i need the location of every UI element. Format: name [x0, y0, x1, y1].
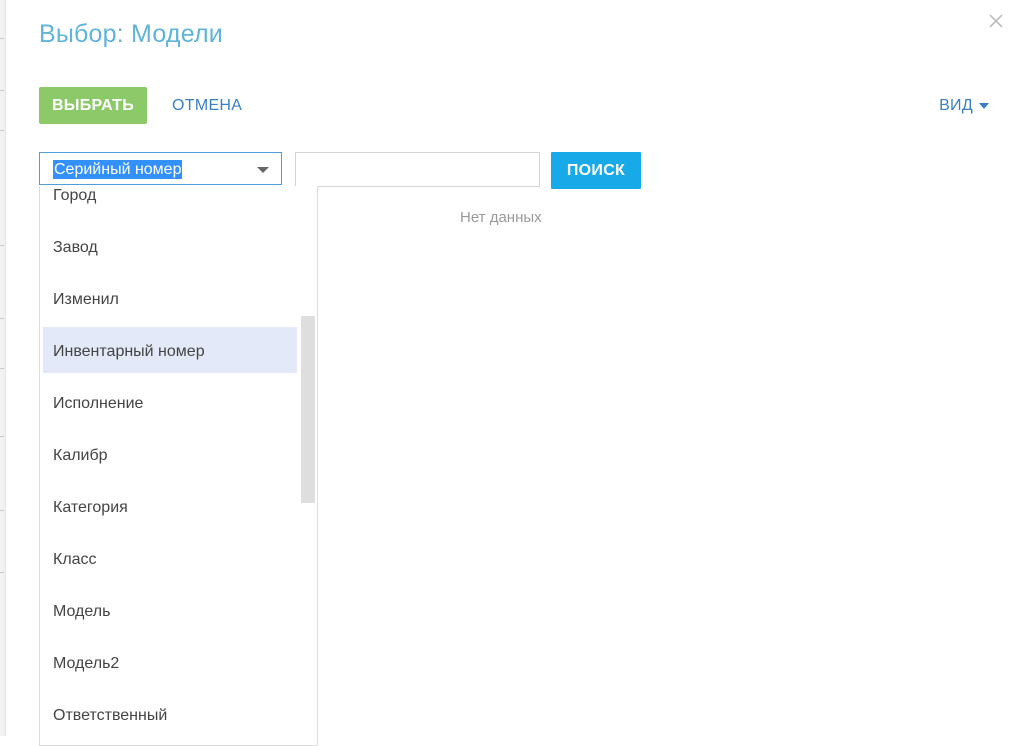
backdrop-mark — [0, 90, 4, 91]
dropdown-item-caliber[interactable]: Калибр — [40, 428, 297, 480]
dropdown-item-label: Модель2 — [53, 655, 120, 672]
column-dropdown-list: Город Завод Изменил Инвентарный номер Ис… — [39, 186, 318, 746]
close-icon[interactable] — [987, 12, 1005, 30]
dropdown-item-label: Город — [53, 187, 97, 204]
dropdown-item-label: Ответственный — [53, 707, 168, 724]
select-button[interactable]: ВЫБРАТЬ — [39, 87, 147, 124]
dropdown-scrollbar-thumb[interactable] — [301, 316, 315, 503]
dropdown-item-version[interactable]: Исполнение — [40, 373, 297, 428]
dropdown-item-label: Категория — [53, 499, 128, 516]
dropdown-item-city[interactable]: Город — [40, 186, 297, 220]
view-button-label: ВИД — [939, 96, 973, 114]
column-select-value: Серийный номер — [53, 160, 183, 179]
backdrop-mark — [0, 130, 4, 131]
backdrop-mark — [0, 245, 4, 246]
dropdown-item-label: Завод — [53, 239, 98, 256]
dropdown-arrow-icon — [257, 167, 269, 173]
backdrop-mark — [0, 318, 4, 319]
empty-state-text: Нет данных — [460, 209, 542, 226]
view-button[interactable]: ВИД — [939, 87, 989, 124]
backdrop-mark — [0, 38, 4, 39]
dialog-title: Выбор: Модели — [39, 20, 223, 48]
dropdown-item-label: Модель — [53, 603, 111, 620]
dropdown-item-label: Изменил — [53, 291, 119, 308]
dropdown-item-plant[interactable]: Завод — [40, 220, 297, 272]
search-input[interactable] — [295, 152, 540, 187]
dropdown-item-label: Класс — [53, 551, 97, 568]
dropdown-item-inventory-number[interactable]: Инвентарный номер — [43, 327, 297, 373]
lookup-dialog: Выбор: Модели ВЫБРАТЬ ОТМЕНА ВИД Серийны… — [6, 0, 1027, 746]
dropdown-item-class[interactable]: Класс — [40, 532, 297, 584]
search-button[interactable]: ПОИСК — [551, 152, 641, 189]
backdrop-mark — [0, 572, 4, 573]
dropdown-item-model[interactable]: Модель — [40, 584, 297, 636]
dropdown-item-model2[interactable]: Модель2 — [40, 636, 297, 688]
backdrop-mark — [0, 436, 4, 437]
cancel-button[interactable]: ОТМЕНА — [166, 87, 248, 124]
dropdown-item-responsible[interactable]: Ответственный — [40, 688, 297, 740]
dropdown-item-label: Калибр — [53, 447, 108, 464]
dropdown-item-modified-by[interactable]: Изменил — [40, 272, 297, 324]
dropdown-item-label: Инвентарный номер — [53, 343, 205, 360]
column-select[interactable]: Серийный номер — [39, 152, 282, 185]
dropdown-item-label: Исполнение — [53, 395, 144, 412]
backdrop-mark — [0, 368, 4, 369]
chevron-down-icon — [979, 102, 989, 109]
backdrop-mark — [0, 510, 4, 511]
dropdown-item-category[interactable]: Категория — [40, 480, 297, 532]
